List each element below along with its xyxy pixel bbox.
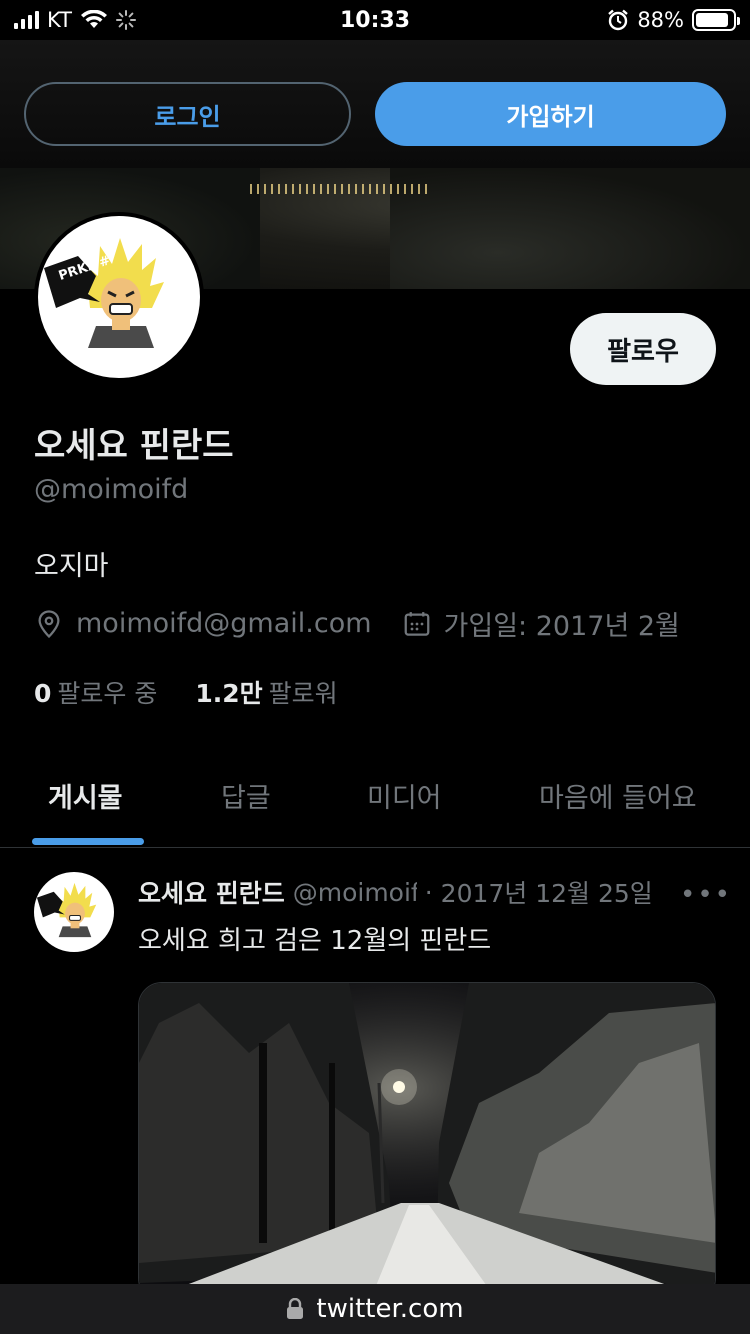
tweet-media-image[interactable]	[138, 982, 716, 1302]
status-left: KT	[14, 8, 136, 32]
snowy-forest-road-image	[139, 983, 715, 1301]
active-tab-indicator	[32, 838, 144, 845]
location-text: moimoifd@gmail.com	[76, 608, 372, 639]
tweet-date[interactable]: 2017년 12월 25일	[441, 874, 653, 910]
calendar-icon	[404, 611, 429, 636]
tab-replies[interactable]: 답글	[221, 776, 271, 815]
following-label: 팔로우 중	[57, 679, 158, 708]
battery-percent: 88%	[637, 8, 684, 32]
profile-tabs: 게시물 답글 미디어 마음에 들어요	[0, 748, 750, 848]
tab-likes[interactable]: 마음에 들어요	[539, 776, 697, 815]
avatar-character-icon	[44, 238, 164, 348]
banner-trees-right	[390, 168, 750, 289]
followers-label: 팔로워	[268, 679, 338, 708]
joined-text: 가입일: 2017년 2월	[443, 611, 680, 642]
status-bar: KT 10:33 88%	[0, 0, 750, 40]
cellular-signal-icon	[14, 11, 39, 29]
user-bio: 오지마	[34, 551, 109, 582]
auth-bar: 로그인 가입하기	[0, 40, 750, 168]
tweet-author-name[interactable]: 오세요 핀란드	[138, 874, 285, 910]
following-link[interactable]: 0 팔로우 중	[34, 674, 157, 710]
battery-icon	[692, 9, 740, 31]
follow-stats: 0 팔로우 중 1.2만 팔로워	[34, 674, 338, 710]
tab-media[interactable]: 미디어	[367, 776, 442, 815]
location-pin-icon	[38, 609, 60, 638]
alarm-icon	[608, 9, 629, 31]
tweet-separator: ·	[424, 877, 433, 907]
follow-button[interactable]: 팔로우	[570, 313, 716, 385]
profile-avatar[interactable]: PRKL #	[34, 212, 204, 382]
login-button[interactable]: 로그인	[24, 82, 351, 146]
avatar-illustration: PRKL #	[38, 216, 200, 378]
following-count: 0	[34, 679, 52, 708]
followers-count: 1.2만	[195, 679, 263, 708]
user-handle: @moimoifd	[34, 474, 189, 505]
lock-icon	[287, 1298, 304, 1319]
url-domain: twitter.com	[316, 1294, 464, 1324]
tweet-author-handle[interactable]: @moimoifd	[293, 878, 417, 907]
loading-spinner-icon	[115, 10, 136, 30]
battery-level-fill	[696, 13, 728, 27]
profile-meta: moimoifd@gmail.com 가입일: 2017년 2월	[34, 604, 710, 643]
status-right: 88%	[607, 8, 740, 32]
banner-city-lights	[250, 184, 430, 194]
tweet-avatar-character-icon	[36, 882, 97, 938]
carrier-label: KT	[47, 8, 72, 32]
location-item: moimoifd@gmail.com	[34, 608, 372, 639]
joined-item: 가입일: 2017년 2월	[402, 604, 680, 643]
tweet-header: 오세요 핀란드 @moimoifd · 2017년 12월 25일	[138, 874, 668, 910]
display-name: 오세요 핀란드	[34, 426, 234, 466]
followers-link[interactable]: 1.2만 팔로워	[195, 674, 337, 710]
more-dots-icon[interactable]: •••	[680, 880, 732, 910]
browser-url-bar[interactable]: twitter.com	[0, 1284, 750, 1334]
wifi-icon	[80, 10, 107, 28]
signup-button[interactable]: 가입하기	[375, 82, 726, 146]
tweet-author-avatar[interactable]	[34, 872, 114, 952]
tab-posts[interactable]: 게시물	[48, 776, 123, 815]
tweet-text: 오세요 희고 검은 12월의 핀란드	[138, 926, 492, 956]
